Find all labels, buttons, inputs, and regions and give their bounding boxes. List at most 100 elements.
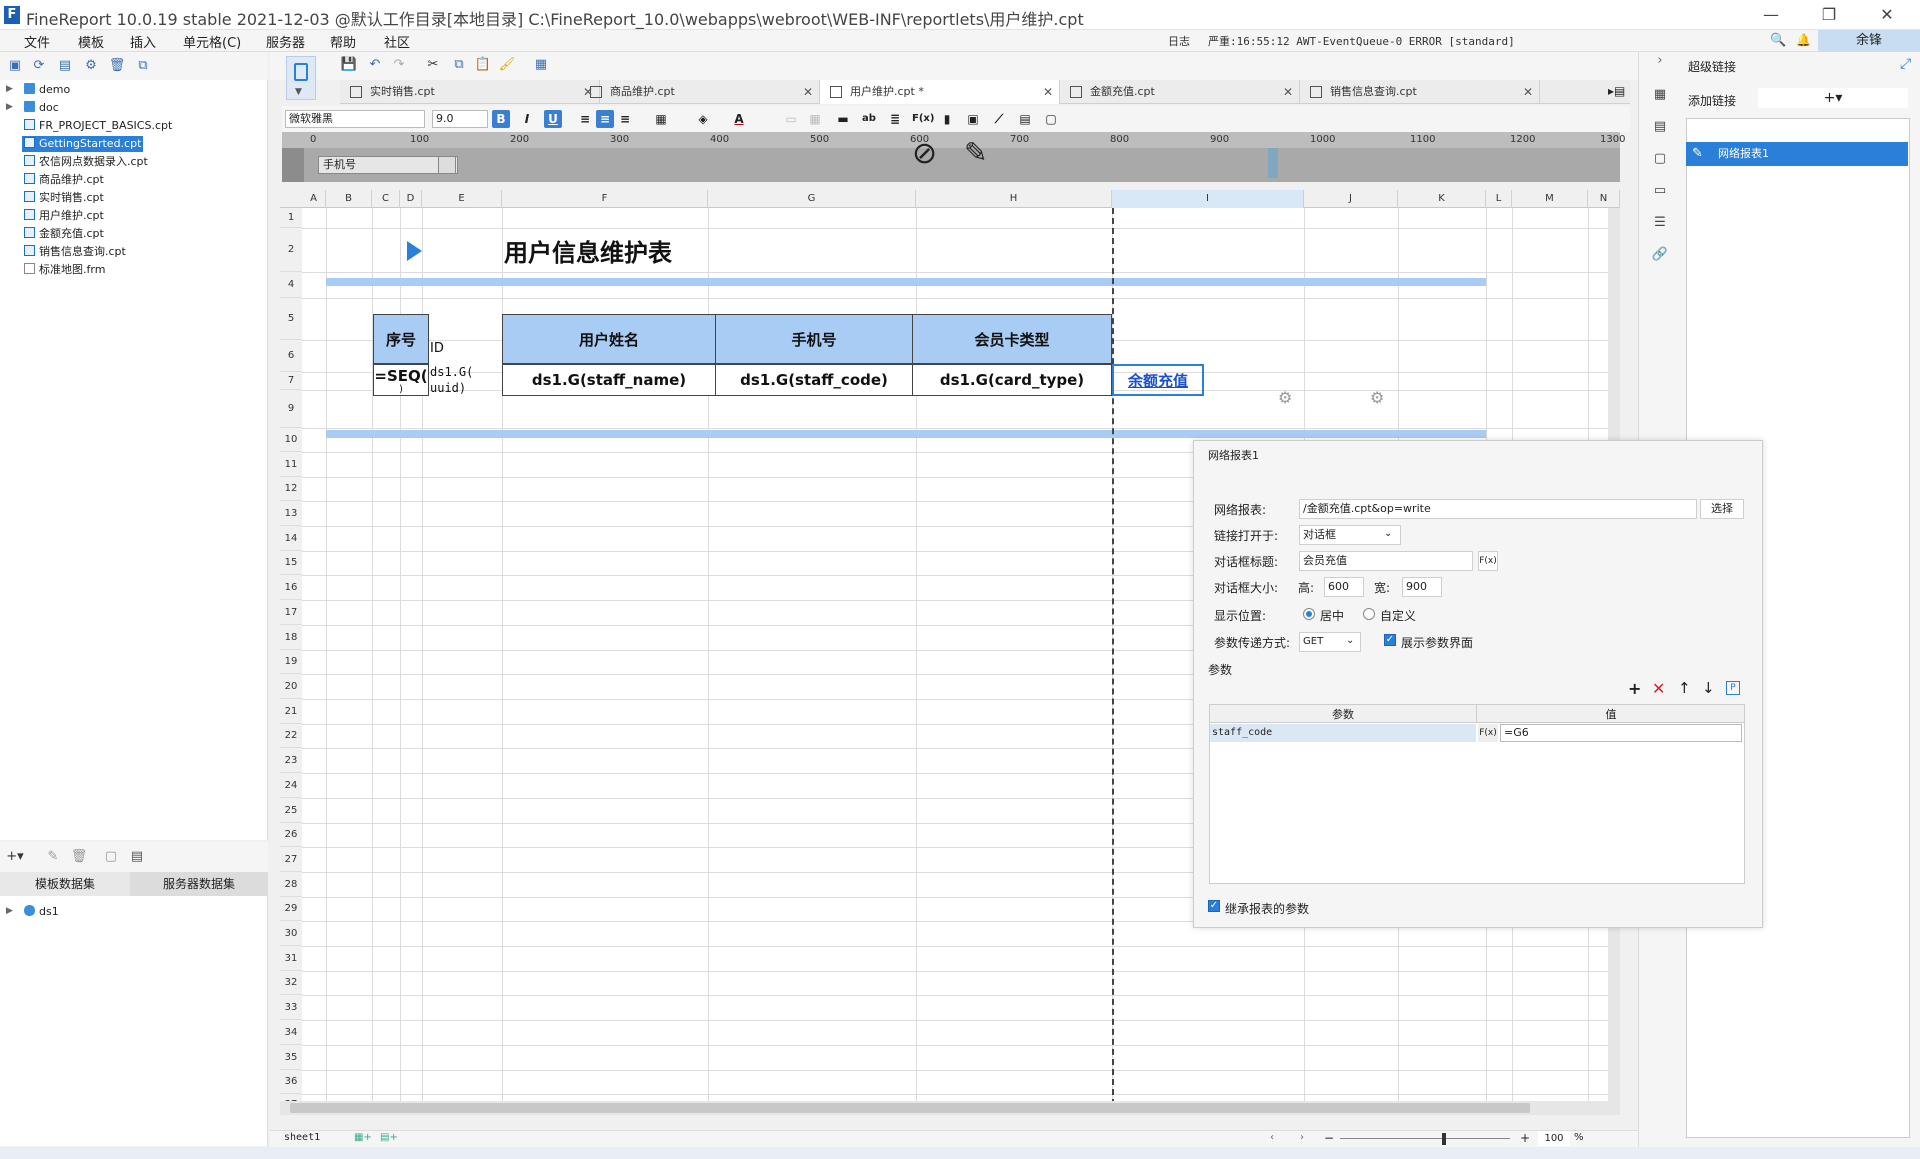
image-icon[interactable]: ▣ (964, 110, 982, 128)
scroll-right-icon[interactable]: › (1300, 1132, 1304, 1143)
row-header-5[interactable]: 5 (280, 298, 302, 340)
more-icon[interactable]: ▢ (1042, 110, 1060, 128)
tree-item-file[interactable]: 标准地图.frm (22, 262, 107, 278)
tab-template-dataset[interactable]: 模板数据集 (0, 872, 130, 896)
row-header-19[interactable]: 19 (280, 650, 302, 674)
font-color-icon[interactable]: A (730, 110, 748, 128)
report-path-input[interactable]: /金额充值.cpt&op=write (1299, 499, 1697, 519)
undo-icon[interactable]: ↶ (366, 56, 384, 74)
dialog-title-input[interactable]: 会员充值 (1299, 551, 1473, 571)
row-header-30[interactable]: 30 (280, 921, 302, 946)
row-header-36[interactable]: 36 (280, 1070, 302, 1094)
insert-row-icon[interactable]: ▬ (834, 110, 852, 128)
menu-file[interactable]: 文件 (24, 32, 50, 51)
show-param-checkbox[interactable]: ✓ (1384, 634, 1396, 646)
slash-icon[interactable]: ⟋ (990, 110, 1008, 128)
condition-icon[interactable]: ☰ (1651, 214, 1669, 232)
scrollbar-thumb[interactable] (290, 1103, 1530, 1113)
data-seq-suffix[interactable]: ) (373, 382, 429, 396)
param-phone-label[interactable]: 手机号 (318, 156, 458, 174)
formula-button[interactable]: F(x) (1478, 551, 1498, 571)
sheet-tab[interactable]: sheet1 (284, 1132, 320, 1143)
border-icon[interactable]: ▦ (652, 110, 670, 128)
tree-item-file[interactable]: FR_PROJECT_BASICS.cpt (22, 118, 174, 134)
close-tab-icon[interactable]: ✕ (1043, 80, 1053, 104)
template-side-toggle[interactable]: ▼ (286, 56, 316, 100)
log-button[interactable]: 日志 (1168, 33, 1190, 49)
row-header-15[interactable]: 15 (280, 551, 302, 575)
hyperlink-icon[interactable]: 🔗 (1651, 246, 1669, 264)
param-name-cell[interactable]: staff_code (1210, 724, 1476, 742)
choose-button[interactable]: 选择 (1700, 499, 1744, 519)
tree-item-file-selected[interactable]: GettingStarted.cpt (22, 136, 144, 152)
data-id-cell[interactable]: ds1.G( (428, 364, 502, 380)
underline-button[interactable]: U (544, 110, 562, 128)
delete-icon[interactable]: 🗑 (70, 848, 88, 866)
header-phone-cell[interactable]: 手机号 (715, 314, 913, 364)
row-header-24[interactable]: 24 (280, 773, 302, 798)
user-name[interactable]: 余锋 (1818, 30, 1920, 52)
inherit-param-checkbox[interactable]: ✓ (1208, 900, 1220, 912)
paste-icon[interactable]: 📋 (474, 56, 492, 74)
open-icon[interactable]: ▤ (56, 57, 74, 75)
tree-item-file[interactable]: 用户维护.cpt (22, 208, 106, 224)
tab-server-dataset[interactable]: 服务器数据集 (130, 872, 268, 896)
row-header-26[interactable]: 26 (280, 823, 302, 847)
merge-icon[interactable]: ▭ (782, 110, 800, 128)
formula-button[interactable]: F(x) (912, 110, 934, 128)
scroll-left-icon[interactable]: ‹ (1270, 1132, 1274, 1143)
expand-ds1-icon[interactable]: ▶ (6, 906, 13, 916)
tab-list-icon[interactable]: ▸▤ (1608, 84, 1625, 98)
row-header-10[interactable]: 10 (280, 428, 302, 452)
delete-icon[interactable]: 🗑 (108, 57, 126, 75)
parameter-pane-handle[interactable] (282, 148, 304, 182)
row-header-25[interactable]: 25 (280, 798, 302, 823)
cell-element-icon[interactable]: ▤ (1651, 118, 1669, 136)
report-title-cell[interactable]: 用户信息维护表 (502, 228, 916, 272)
zoom-in-button[interactable]: + (1520, 1131, 1530, 1145)
close-tab-icon[interactable]: ✕ (1523, 80, 1533, 104)
widget-icon[interactable]: ▭ (1651, 182, 1669, 200)
data-icon[interactable]: ▤ (128, 848, 146, 866)
row-header-28[interactable]: 28 (280, 872, 302, 897)
parameter-pane[interactable] (282, 148, 1620, 182)
add-dataset-icon[interactable]: +▾ (6, 848, 24, 866)
row-header-34[interactable]: 34 (280, 1020, 302, 1045)
row-header-9[interactable]: 9 (280, 390, 302, 428)
chart-icon[interactable]: ▮ (938, 110, 956, 128)
copy-icon[interactable]: ⧉ (134, 57, 152, 75)
row-header-21[interactable]: 21 (280, 699, 302, 724)
row-header-33[interactable]: 33 (280, 995, 302, 1020)
add-param-icon[interactable]: + (1628, 679, 1641, 698)
restore-button[interactable]: ❐ (1818, 4, 1840, 26)
row-header-17[interactable]: 17 (280, 600, 302, 625)
close-button[interactable]: ✕ (1876, 4, 1898, 26)
param-up-icon[interactable]: ↑ (1678, 679, 1691, 697)
settings-icon[interactable]: ⚙ (82, 57, 100, 75)
data-id-suffix[interactable]: uuid) (428, 380, 502, 396)
param-formula-button[interactable]: F(x) (1478, 724, 1498, 742)
width-input[interactable]: 900 (1402, 577, 1442, 597)
header-id-cell[interactable]: ID (428, 314, 502, 364)
param-widget-icon[interactable] (438, 156, 456, 174)
fill-color-icon[interactable]: ◈ (694, 110, 712, 128)
tree-item-doc[interactable]: doc (22, 100, 61, 116)
row-header-12[interactable]: 12 (280, 477, 302, 501)
cut-icon[interactable]: ✂ (424, 56, 442, 74)
data-card-cell[interactable]: ds1.G(card_type) (912, 364, 1112, 396)
zoom-slider-thumb[interactable] (1442, 1133, 1446, 1145)
menu-insert[interactable]: 插入 (130, 32, 156, 51)
dataset-item-ds1[interactable]: ds1 (22, 904, 61, 920)
copy-icon[interactable]: ⧉ (450, 56, 468, 74)
tree-item-file[interactable]: 销售信息查询.cpt (22, 244, 128, 260)
cell-attr-icon[interactable]: ▦ (1651, 86, 1669, 104)
zoom-out-button[interactable]: − (1324, 1131, 1334, 1145)
menu-community[interactable]: 社区 (384, 32, 410, 51)
panel-pin-icon[interactable]: ⤢ (1900, 56, 1911, 72)
font-size-select[interactable]: 9.0 (432, 110, 488, 128)
row-header-35[interactable]: 35 (280, 1045, 302, 1070)
align-left-icon[interactable]: ≡ (576, 110, 594, 128)
search-icon[interactable]: 🔍 (1770, 33, 1786, 48)
row-header-27[interactable]: 27 (280, 847, 302, 872)
data-phone-cell[interactable]: ds1.G(staff_code) (715, 364, 913, 396)
